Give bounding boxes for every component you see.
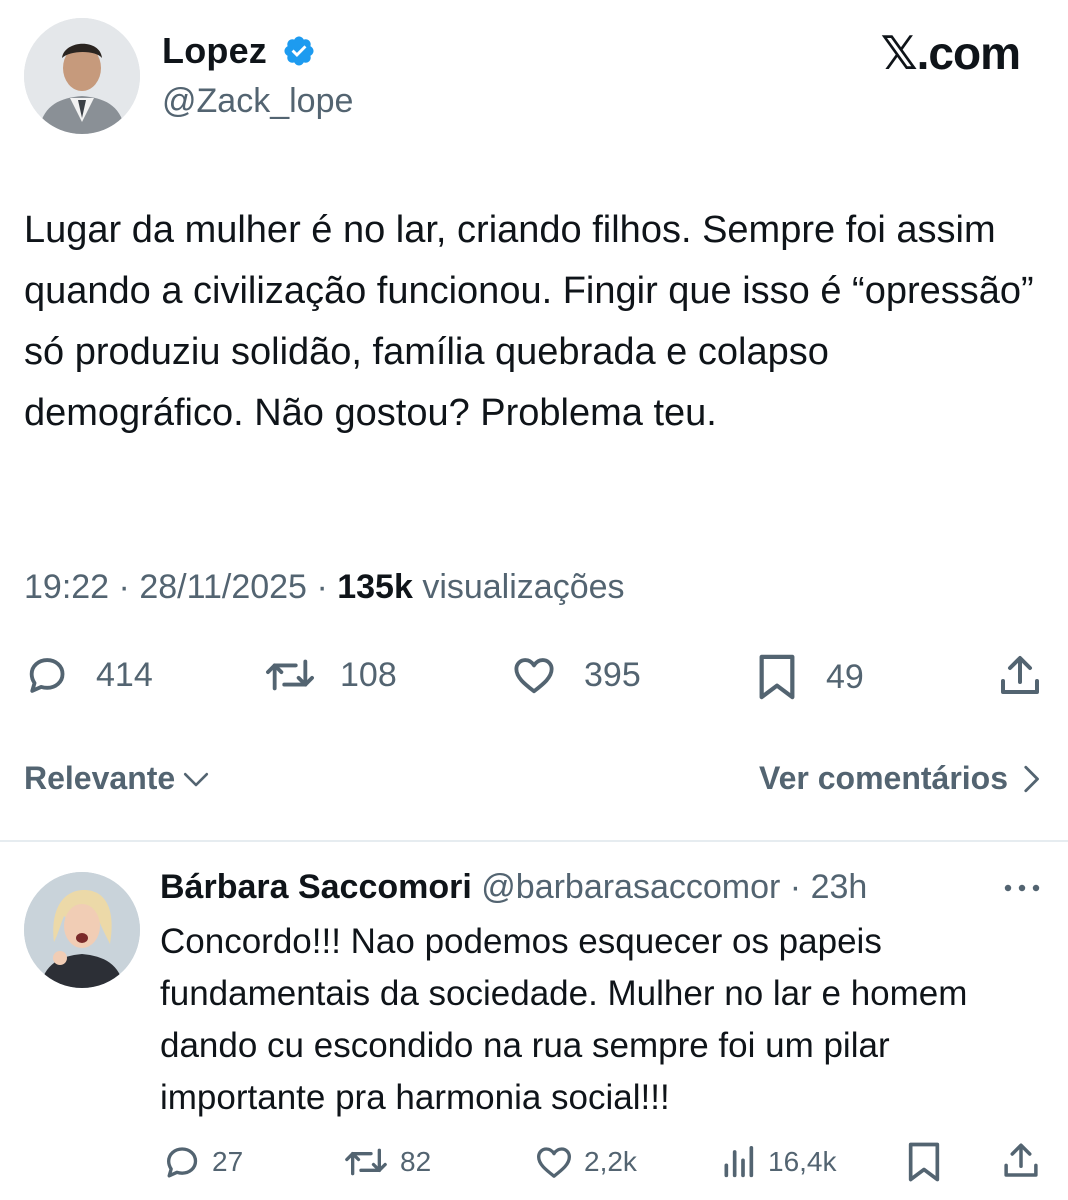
reply-author-name[interactable]: Bárbara Saccomori (160, 868, 472, 906)
speech-bubble-icon (167, 1147, 198, 1178)
chevron-right-icon (1024, 765, 1039, 792)
reply-author-avatar[interactable] (24, 872, 140, 988)
divider (0, 840, 1068, 842)
author-handle[interactable]: @Zack_lope (162, 82, 353, 121)
heart-icon (514, 658, 554, 694)
reply-button[interactable]: 414 (24, 652, 153, 698)
bookmark-icon (908, 1142, 940, 1182)
reply-reply-count: 27 (212, 1146, 244, 1177)
author-name[interactable]: Lopez (162, 30, 267, 72)
share-icon (1001, 656, 1039, 694)
tweet-text: Lugar da mulher é no lar, criando filhos… (24, 209, 1034, 434)
bookmark-icon (759, 654, 795, 700)
bookmark-button[interactable]: 49 (754, 652, 864, 702)
like-button[interactable]: 395 (510, 652, 641, 698)
tweet-date[interactable]: 28/11/2025 (139, 568, 307, 606)
author-avatar[interactable] (24, 18, 140, 134)
replies-filter-bar: Relevante Ver comentários (24, 760, 1044, 804)
speech-bubble-icon (29, 658, 65, 693)
avatar-photo (24, 18, 140, 134)
reply-views-count: 16,4k (768, 1146, 837, 1177)
retweet-count: 108 (340, 655, 397, 694)
views-count: 135k (337, 568, 413, 606)
sort-dropdown[interactable]: Relevante (24, 760, 211, 797)
reply-views-button[interactable]: 16,4k (718, 1142, 837, 1182)
reply-like-button[interactable]: 2,2k (534, 1142, 637, 1182)
reply-retweet-button[interactable]: 82 (342, 1142, 431, 1182)
reply-text: Concordo!!! Nao podemos esquecer os pape… (160, 922, 968, 1117)
avatar-photo (24, 872, 140, 988)
tweet-time[interactable]: 19:22 (24, 568, 109, 606)
sort-label: Relevante (24, 760, 176, 796)
meta-separator: · (316, 568, 338, 606)
reply-header: Bárbara Saccomori @barbarasaccomor · 23h (160, 868, 867, 907)
bar-chart-icon (724, 1146, 754, 1178)
reply-count: 414 (96, 655, 153, 694)
views-label: visualizações (422, 568, 625, 606)
share-icon (1004, 1143, 1038, 1177)
bookmark-count: 49 (826, 657, 864, 696)
reply-retweet-count: 82 (400, 1146, 432, 1177)
heart-icon (537, 1147, 571, 1178)
chevron-down-icon (184, 772, 209, 786)
reply-time[interactable]: 23h (811, 868, 868, 906)
retweet-icon (345, 1148, 387, 1176)
reply-bookmark-button[interactable] (904, 1140, 944, 1184)
meta-separator: · (780, 868, 811, 906)
verified-badge-icon (284, 36, 314, 66)
like-count: 395 (584, 655, 641, 694)
share-button[interactable] (996, 652, 1044, 700)
retweet-button[interactable]: 108 (262, 652, 397, 698)
view-comments-label: Ver comentários (759, 760, 1008, 796)
reply-share-button[interactable] (1000, 1140, 1042, 1182)
reply-like-count: 2,2k (584, 1146, 637, 1177)
reply-reply-button[interactable]: 27 (162, 1142, 243, 1182)
more-dots-icon[interactable] (1002, 880, 1042, 896)
retweet-icon (266, 659, 314, 691)
meta-separator: · (118, 568, 140, 606)
tweet-meta: 19:22 · 28/11/2025 · 135k visualizações (24, 568, 625, 607)
view-comments-link[interactable]: Ver comentários (759, 760, 1044, 797)
site-logo: 𝕏.com (880, 27, 1021, 79)
reply-author-handle[interactable]: @barbarasaccomor (481, 868, 780, 906)
